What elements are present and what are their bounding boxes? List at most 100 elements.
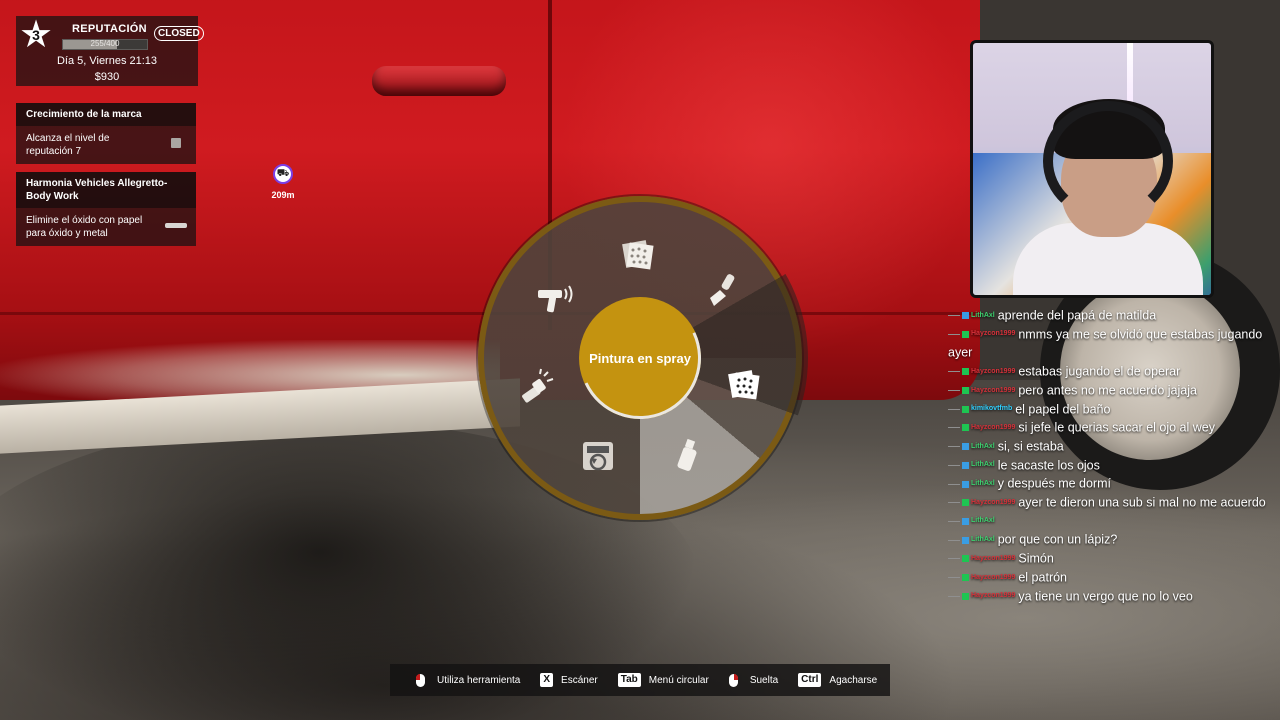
- control-hint: Suelta: [728, 673, 779, 687]
- hint-label: Escáner: [561, 674, 598, 686]
- chat-divider: [948, 502, 960, 504]
- chat-username[interactable]: Hayzcon1999: [971, 387, 1015, 394]
- chat-divider: [948, 408, 960, 410]
- objective-title: Harmonia Vehicles Allegretto- Body Work: [16, 172, 196, 208]
- chat-username[interactable]: LithAxl: [971, 536, 995, 543]
- chat-message: LithAxl y después me dormí: [944, 474, 1280, 493]
- chat-username[interactable]: Hayzcon1999: [971, 499, 1015, 506]
- chat-text: el patrón: [1018, 570, 1068, 585]
- chat-message: Hayzcon1999 pero antes no me acuerdo jaja…: [944, 381, 1280, 400]
- streamer-webcam: [970, 40, 1214, 298]
- hint-label: Utiliza herramienta: [437, 674, 521, 686]
- spray-gun-icon[interactable]: [532, 276, 576, 320]
- chat-username[interactable]: Hayzcon1999: [971, 368, 1015, 375]
- chat-badge-icon: [962, 555, 969, 563]
- chat-message: LithAxl aprende del papá de matilda: [944, 306, 1280, 325]
- chat-username[interactable]: Hayzcon1999: [971, 592, 1015, 599]
- chat-username[interactable]: LithAxl: [971, 517, 995, 524]
- stream-chat: LithAxl aprende del papá de matilda Hayzco…: [944, 306, 1280, 686]
- chat-divider: [948, 390, 960, 392]
- reputation-progress-bar: 255/400: [62, 39, 148, 50]
- chat-text: si, si estaba: [997, 439, 1064, 454]
- chat-divider: [948, 558, 960, 560]
- mouse-left-click-icon: [416, 673, 425, 687]
- chat-divider: [948, 483, 960, 485]
- chat-message: Hayzcon1999 ayer te dieron una sub si mal…: [944, 493, 1280, 512]
- chat-text: Simón: [1018, 551, 1054, 566]
- chat-message: LithAxl si, si estaba: [944, 437, 1280, 456]
- shop-status-badge: CLOSED: [154, 26, 204, 41]
- chat-message: LithAxl: [944, 512, 1280, 531]
- chat-message: kimikovtfmb el papel del baño: [944, 400, 1280, 419]
- chat-text: pero antes no me acuerdo jajaja: [1018, 383, 1197, 398]
- objective-progress-indicator: [165, 223, 187, 228]
- objective-card: Crecimiento de la marca Alcanza el nivel…: [16, 103, 196, 164]
- objective-task-text: Elimine el óxido con papel para óxido y …: [26, 215, 143, 239]
- chat-text: por que con un lápiz?: [997, 533, 1118, 548]
- reputation-progress-text: 255/400: [90, 39, 120, 48]
- chat-text: estabas jugando el de operar: [1018, 364, 1181, 379]
- chat-text: le sacaste los ojos: [997, 458, 1100, 473]
- chat-username[interactable]: Hayzcon1999: [971, 555, 1015, 562]
- car-icon: ⛟: [273, 164, 293, 184]
- chat-divider: [948, 539, 960, 541]
- marker-distance: 209m: [271, 190, 295, 200]
- key-cap: Ctrl: [798, 673, 822, 687]
- chat-badge-icon: [962, 387, 969, 395]
- chat-username[interactable]: Hayzcon1999: [971, 424, 1015, 431]
- control-hints-bar: Utiliza herramienta X Escáner Tab Menú circu…: [390, 664, 890, 696]
- headset-icon: [1043, 101, 1173, 221]
- reputation-title: REPUTACIÓN: [72, 23, 147, 35]
- chat-badge-icon: [962, 480, 969, 488]
- chat-username[interactable]: Hayzcon1999: [971, 574, 1015, 581]
- chat-text: ya tiene un vergo que no lo veo: [1018, 589, 1193, 604]
- chat-badge-icon: [962, 461, 969, 469]
- chat-text: el papel del baño: [1015, 402, 1111, 417]
- money: $930: [94, 71, 120, 83]
- objective-checkbox: [171, 138, 181, 148]
- objective-title: Crecimiento de la marca: [16, 103, 196, 126]
- chat-badge-icon: [962, 517, 969, 525]
- chat-divider: [948, 446, 960, 448]
- control-hint: X Escáner: [540, 673, 598, 687]
- chat-message: Hayzcon1999 nmms ya me se olvidó que esta…: [944, 325, 1280, 362]
- chat-badge-icon: [962, 330, 969, 338]
- flashlight-icon[interactable]: [514, 366, 558, 410]
- game-date: Día 5, Viernes 21:13: [56, 55, 158, 67]
- chat-message: LithAxl por que con un lápiz?: [944, 530, 1280, 549]
- reputation-level-star-icon: ★ 3: [18, 14, 54, 56]
- spray-can-icon[interactable]: [666, 432, 710, 476]
- hint-label: Agacharse: [829, 674, 878, 686]
- chat-divider: [948, 464, 960, 466]
- chat-divider: [948, 520, 960, 522]
- chat-badge-icon: [962, 536, 969, 544]
- chat-message: Hayzcon1999 ya tiene un vergo que no lo v…: [944, 587, 1280, 606]
- chat-badge-icon: [962, 368, 969, 376]
- chat-badge-icon: [962, 574, 969, 582]
- chat-username[interactable]: LithAxl: [971, 461, 995, 468]
- location-marker: ⛟ 209m: [262, 164, 304, 200]
- chat-message: Hayzcon1999 el patrón: [944, 568, 1280, 587]
- chat-message: Hayzcon1999 estabas jugando el de operar: [944, 362, 1280, 381]
- chat-divider: [948, 577, 960, 579]
- sandpaper-icon[interactable]: [616, 232, 660, 276]
- hint-label: Suelta: [749, 674, 779, 686]
- chat-divider: [948, 315, 960, 317]
- control-hint: Utiliza herramienta: [416, 673, 521, 687]
- chat-username[interactable]: Hayzcon1999: [971, 330, 1015, 337]
- door-handle: [372, 66, 506, 96]
- chat-divider: [948, 333, 960, 335]
- chat-message: LithAxl le sacaste los ojos: [944, 456, 1280, 475]
- scraper-icon[interactable]: [702, 268, 746, 312]
- chat-text: aprende del papá de matilda: [997, 308, 1157, 323]
- key-cap: Tab: [617, 673, 641, 687]
- rust-paper-icon[interactable]: [722, 362, 766, 406]
- scanner-icon[interactable]: [576, 434, 620, 478]
- chat-username[interactable]: LithAxl: [971, 443, 995, 450]
- chat-username[interactable]: kimikovtfmb: [971, 405, 1012, 412]
- chat-username[interactable]: LithAxl: [971, 312, 995, 319]
- chat-username[interactable]: LithAxl: [971, 480, 995, 487]
- chat-badge-icon: [962, 312, 969, 320]
- chat-message: Hayzcon1999 si jefe le querias sacar el o…: [944, 418, 1280, 437]
- objective-task-text: Alcanza el nivel de reputación 7: [26, 133, 110, 157]
